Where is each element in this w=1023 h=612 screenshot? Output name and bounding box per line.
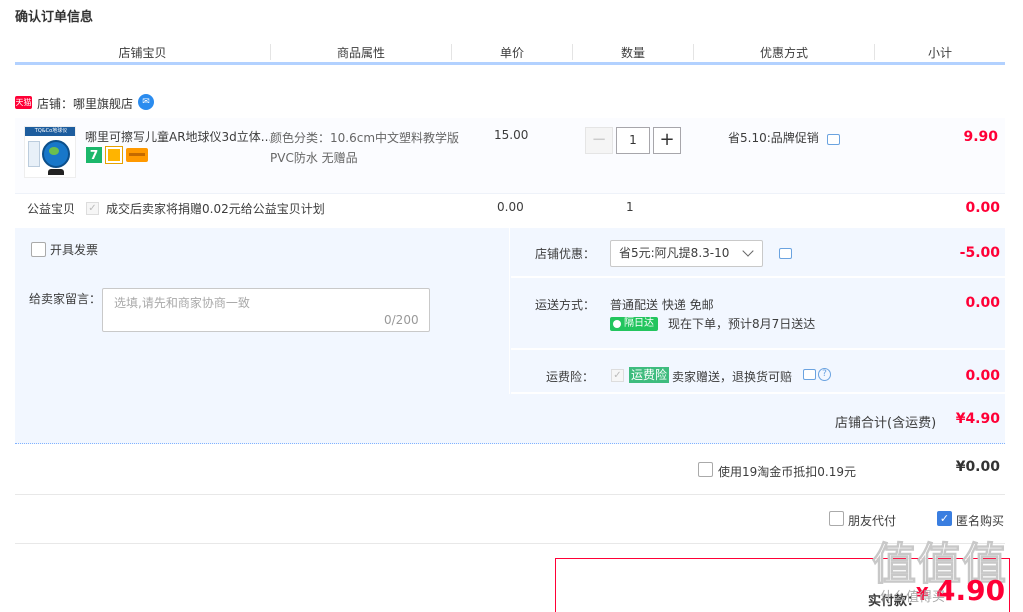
shop-discount-amount: -5.00 xyxy=(959,245,1000,261)
charity-description: 成交后卖家将捐赠0.02元给公益宝贝计划 xyxy=(106,202,325,216)
delivery-label: 运送方式： xyxy=(535,298,596,312)
chat-bubble-icon[interactable]: ✉ xyxy=(138,94,154,110)
charity-price: 0.00 xyxy=(497,200,524,214)
next-day-badge: 隔日达 xyxy=(610,317,658,331)
anonymous-checkbox[interactable]: ✓ xyxy=(937,511,952,526)
quantity-decrease-button[interactable]: − xyxy=(585,127,613,154)
header-attributes: 商品属性 xyxy=(336,46,385,60)
product-title-link[interactable]: 哪里可擦写儿童AR地球仪3d立体... xyxy=(85,128,270,145)
delivery-amount: 0.00 xyxy=(965,295,1000,311)
header-underline xyxy=(15,62,1005,65)
globe-stand xyxy=(48,169,64,175)
seven-day-return-icon[interactable]: 7 xyxy=(86,147,102,163)
shop-discount-select[interactable]: 省5元:阿凡提8.3-10 xyxy=(610,240,763,267)
help-icon[interactable]: ? xyxy=(818,368,831,381)
insurance-label: 运费险： xyxy=(546,370,595,384)
quantity-input[interactable]: 1 xyxy=(616,127,650,154)
message-char-count: 0/200 xyxy=(384,313,419,327)
delivery-method: 普通配送 快递 免邮 xyxy=(610,298,714,312)
unit-price: 15.00 xyxy=(494,128,529,142)
credit-card-icon[interactable] xyxy=(126,148,148,162)
insurance-checkbox: ✓ xyxy=(611,369,624,382)
thumbnail-box xyxy=(28,141,40,167)
page-title: 确认订单信息 xyxy=(15,10,94,25)
insurance-chat-icon[interactable] xyxy=(803,369,816,380)
anonymous-label[interactable]: 匿名购买 xyxy=(956,512,1004,529)
header-quantity: 数量 xyxy=(620,46,645,60)
header-discount: 优惠方式 xyxy=(759,46,808,60)
shop-discount-selected: 省5元:阿凡提8.3-10 xyxy=(619,246,730,260)
seller-message-placeholder: 选填,请先和商家协商一致 xyxy=(114,296,250,310)
promotion-text: 省5.10:品牌促销 xyxy=(728,131,819,145)
item-subtotal: 9.90 xyxy=(963,129,998,145)
divider xyxy=(15,543,1005,544)
invoice-checkbox[interactable] xyxy=(31,242,46,257)
friend-pay-label[interactable]: 朋友代付 xyxy=(848,512,896,529)
product-attributes: 颜色分类：10.6cm中文塑料教学版 PVC防水 无赠品 xyxy=(270,131,460,165)
pay-amount: 4.90 xyxy=(936,574,1006,607)
header-subtotal: 小计 xyxy=(927,46,952,60)
thumbnail-brand-band: TQ&Co地球仪 xyxy=(25,127,75,136)
shop-total-label: 店铺合计(含运费) xyxy=(835,416,937,431)
watermark-url: 什么值得买 xyxy=(880,590,946,605)
shop-total-value: ¥4.90 xyxy=(955,411,1000,427)
coins-checkbox[interactable] xyxy=(698,462,713,477)
coins-label[interactable]: 使用19淘金币抵扣0.19元 xyxy=(718,463,856,480)
quantity-increase-button[interactable]: + xyxy=(653,127,681,154)
tmall-logo-icon: 天猫 xyxy=(15,96,32,109)
product-thumbnail[interactable]: TQ&Co地球仪 xyxy=(24,126,76,178)
delivery-eta: 现在下单，预计8月7日送达 xyxy=(668,317,816,331)
coins-value: ¥0.00 xyxy=(955,459,1000,475)
charity-subtotal: 0.00 xyxy=(965,200,1000,216)
divider xyxy=(15,494,1005,495)
guarantee-icon[interactable] xyxy=(105,146,123,164)
globe-icon xyxy=(42,140,70,168)
insurance-badge: 运费险 xyxy=(629,367,670,383)
shop-discount-label: 店铺优惠： xyxy=(535,247,596,261)
promo-info-icon[interactable] xyxy=(827,134,840,145)
friend-pay-checkbox[interactable] xyxy=(829,511,844,526)
header-unit-price: 单价 xyxy=(499,46,524,60)
header-shop-item: 店铺宝贝 xyxy=(118,46,167,60)
insurance-amount: 0.00 xyxy=(965,368,1000,384)
chevron-down-icon xyxy=(742,245,754,257)
message-label: 给卖家留言： xyxy=(29,292,102,306)
charity-quantity: 1 xyxy=(626,200,634,214)
shop-name[interactable]: 店铺：哪里旗舰店 xyxy=(37,95,133,112)
charity-checkbox: ✓ xyxy=(86,202,99,215)
invoice-label[interactable]: 开具发票 xyxy=(50,241,98,258)
charity-label: 公益宝贝 xyxy=(27,202,76,216)
insurance-text: 卖家赠送，退换货可赔 xyxy=(672,370,793,384)
discount-info-icon[interactable] xyxy=(779,248,792,259)
